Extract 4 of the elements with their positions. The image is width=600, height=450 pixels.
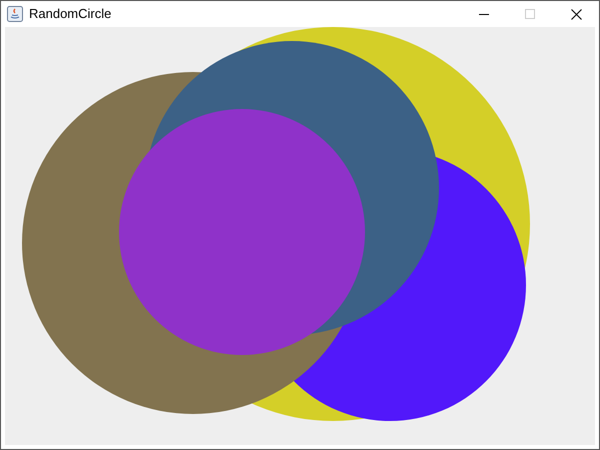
window-title: RandomCircle bbox=[29, 5, 112, 24]
maximize-icon bbox=[525, 9, 535, 19]
close-icon bbox=[570, 8, 582, 20]
app-icon bbox=[7, 6, 23, 22]
